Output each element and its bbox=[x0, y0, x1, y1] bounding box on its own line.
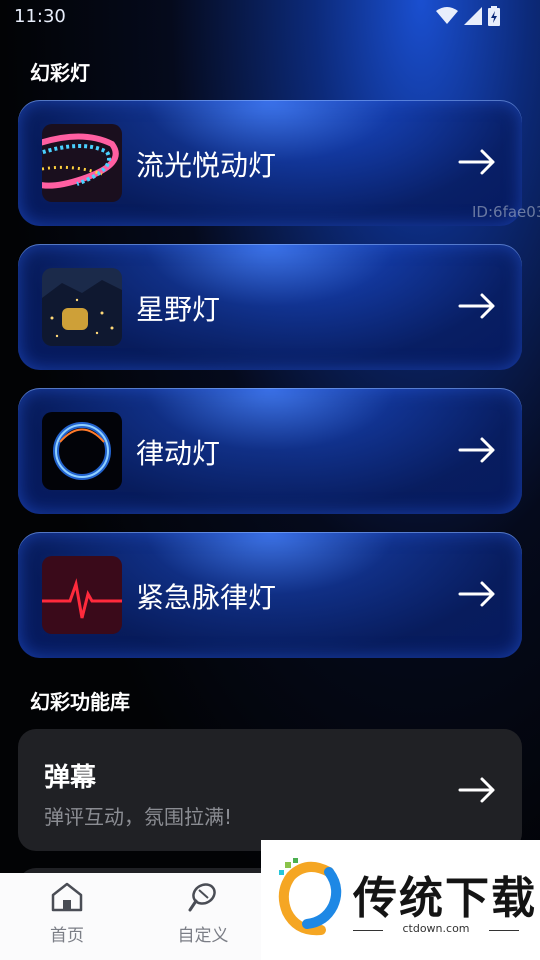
watermark-url: ctdown.com bbox=[402, 922, 470, 935]
tab-home[interactable]: 首页 bbox=[22, 881, 112, 946]
card-label: 律动灯 bbox=[136, 437, 221, 470]
arrow-right-icon bbox=[458, 293, 495, 319]
card-flowing-light[interactable]: 流光悦动灯 bbox=[18, 100, 522, 226]
card-label: 流光悦动灯 bbox=[136, 149, 277, 182]
section-title-lights: 幻彩灯 bbox=[30, 61, 90, 85]
watermark-text: 传统下载 bbox=[353, 873, 537, 924]
status-bar: 11:30 bbox=[0, 0, 540, 34]
card-label: 紧急脉律灯 bbox=[136, 581, 277, 614]
feature-description: 弹评互动，氛围拉满! bbox=[44, 805, 233, 829]
heartbeat-pulse-thumbnail bbox=[42, 556, 122, 634]
arrow-right-icon bbox=[458, 777, 495, 803]
arrow-right-icon bbox=[458, 149, 495, 175]
ctdown-logo-icon bbox=[278, 858, 342, 936]
divider bbox=[489, 930, 519, 931]
card-emergency-pulse-light[interactable]: 紧急脉律灯 bbox=[18, 532, 522, 658]
starry-field-thumbnail bbox=[42, 268, 122, 346]
wifi-icon bbox=[436, 7, 458, 24]
status-time: 11:30 bbox=[14, 6, 66, 27]
section-title-features: 幻彩功能库 bbox=[30, 690, 130, 714]
brush-icon bbox=[188, 883, 216, 912]
arrow-right-icon bbox=[458, 581, 495, 607]
signal-icon bbox=[464, 7, 482, 25]
arrow-right-icon bbox=[458, 437, 495, 463]
glowing-ring-thumbnail bbox=[42, 412, 122, 490]
card-label: 星野灯 bbox=[136, 293, 221, 326]
tab-label: 自定义 bbox=[177, 926, 229, 946]
feature-title: 弹幕 bbox=[44, 763, 97, 793]
debug-id-label: ID:6fae03 bbox=[472, 203, 540, 221]
feature-card-danmaku[interactable]: 弹幕 弹评互动，氛围拉满! bbox=[18, 729, 522, 851]
tab-label: 首页 bbox=[50, 926, 84, 946]
card-rhythm-light[interactable]: 律动灯 bbox=[18, 388, 522, 514]
card-starry-light[interactable]: 星野灯 bbox=[18, 244, 522, 370]
light-strip-thumbnail bbox=[42, 124, 122, 202]
home-icon bbox=[51, 882, 83, 912]
battery-icon bbox=[488, 6, 500, 26]
status-icons bbox=[436, 6, 500, 26]
watermark-logo: 传统下载 ctdown.com bbox=[261, 840, 540, 960]
tab-customize[interactable]: 自定义 bbox=[158, 881, 248, 946]
